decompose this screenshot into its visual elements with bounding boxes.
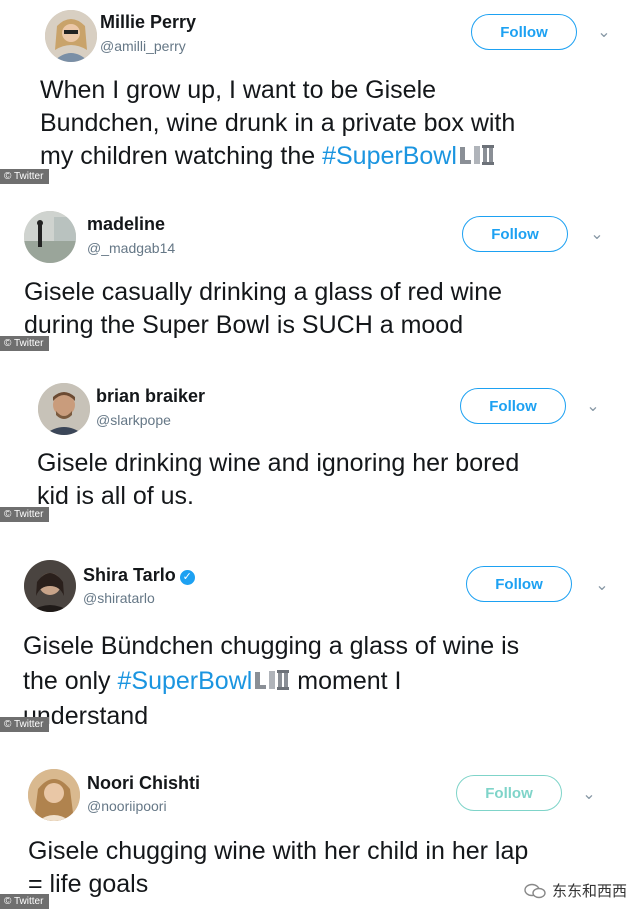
hashtag-link[interactable]: #SuperBowl — [118, 667, 253, 695]
tweet-text-line: When I grow up, I want to be Gisele — [40, 76, 437, 104]
follow-button[interactable]: Follow — [471, 14, 577, 50]
avatar[interactable] — [24, 211, 76, 263]
tweet-text-line: the only #SuperBowl moment I — [23, 664, 519, 699]
follow-button[interactable]: Follow — [460, 388, 566, 424]
display-name[interactable]: madeline — [87, 214, 165, 235]
tweet-noori-chishti: Noori Chishti @nooriipoori Follow ⌄ Gise… — [0, 737, 641, 911]
follow-button[interactable]: Follow — [466, 566, 572, 602]
display-name[interactable]: Noori Chishti — [87, 773, 200, 794]
tweet-text: Gisele drinking wine and ignoring her bo… — [37, 447, 519, 513]
watermark: 东东和西西 — [524, 880, 627, 901]
credit-label: © Twitter — [0, 717, 50, 732]
credit-label: © Twitter — [0, 894, 50, 909]
credit-label: © Twitter — [0, 169, 50, 184]
tweet-text-segment: the only — [23, 667, 118, 695]
tweet-brian-braiker: brian braiker @slarkpope Follow ⌄ Gisele… — [0, 355, 641, 527]
display-name-text[interactable]: Shira Tarlo — [83, 565, 176, 585]
watermark-text: 东东和西西 — [551, 883, 627, 900]
tweet-text-line: Gisele Bündchen chugging a glass of wine… — [23, 632, 520, 660]
wechat-icon — [524, 883, 546, 899]
tweet-text-line: Gisele drinking wine and ignoring her bo… — [37, 449, 520, 477]
credit-label: © Twitter — [0, 507, 50, 522]
display-name[interactable]: Millie Perry — [100, 12, 196, 33]
chevron-down-icon[interactable]: ⌄ — [580, 786, 598, 804]
user-handle[interactable]: @shiratarlo — [83, 590, 155, 606]
chevron-down-icon[interactable]: ⌄ — [584, 398, 602, 416]
chevron-down-icon[interactable]: ⌄ — [588, 226, 606, 244]
superbowl-emoji-icon — [459, 145, 494, 165]
tweet-text: Gisele chugging wine with her child in h… — [28, 835, 528, 901]
user-handle[interactable]: @nooriipoori — [87, 798, 167, 814]
tweet-text-line: Bundchen, wine drunk in a private box wi… — [40, 109, 516, 137]
tweet-text-segment: moment I — [290, 667, 402, 695]
tweet-shira-tarlo: Shira Tarlo ✓ @shiratarlo Follow ⌄ Gisele… — [0, 527, 641, 737]
tweet-text-segment: my children watching the — [40, 142, 323, 170]
superbowl-emoji-icon — [255, 670, 290, 690]
follow-button[interactable]: Follow — [456, 775, 562, 811]
tweet-text-line: Gisele chugging wine with her child in h… — [28, 837, 529, 865]
display-name[interactable]: Shira Tarlo ✓ — [83, 565, 195, 586]
avatar[interactable] — [38, 383, 90, 435]
avatar[interactable] — [28, 769, 80, 821]
credit-label: © Twitter — [0, 336, 50, 351]
tweet-text-line: during the Super Bowl is SUCH a mood — [24, 311, 464, 339]
tweet-text-line: my children watching the #SuperBowl — [40, 140, 515, 173]
tweet-text-line: Gisele casually drinking a glass of red … — [24, 278, 503, 306]
user-handle[interactable]: @_madgab14 — [87, 240, 175, 256]
hashtag-link[interactable]: #SuperBowl — [322, 142, 457, 170]
chevron-down-icon[interactable]: ⌄ — [593, 577, 611, 595]
tweet-millie-perry: Millie Perry @amilli_perry Follow ⌄ When… — [0, 0, 641, 185]
user-handle[interactable]: @slarkpope — [96, 412, 171, 428]
tweet-text-line: understand — [23, 702, 149, 730]
tweet-text: When I grow up, I want to be Gisele Bund… — [40, 74, 515, 173]
user-handle[interactable]: @amilli_perry — [100, 38, 186, 54]
avatar[interactable] — [24, 560, 76, 612]
chevron-down-icon[interactable]: ⌄ — [595, 24, 613, 42]
tweet-text-line: = life goals — [28, 870, 149, 898]
tweet-madeline: madeline @_madgab14 Follow ⌄ Gisele casu… — [0, 185, 641, 355]
follow-button[interactable]: Follow — [462, 216, 568, 252]
verified-badge-icon: ✓ — [179, 570, 195, 585]
avatar[interactable] — [45, 10, 97, 62]
tweet-text: Gisele casually drinking a glass of red … — [24, 276, 502, 342]
tweet-text-line: kid is all of us. — [37, 482, 195, 510]
tweet-text: Gisele Bündchen chugging a glass of wine… — [23, 629, 519, 734]
display-name[interactable]: brian braiker — [96, 386, 205, 407]
